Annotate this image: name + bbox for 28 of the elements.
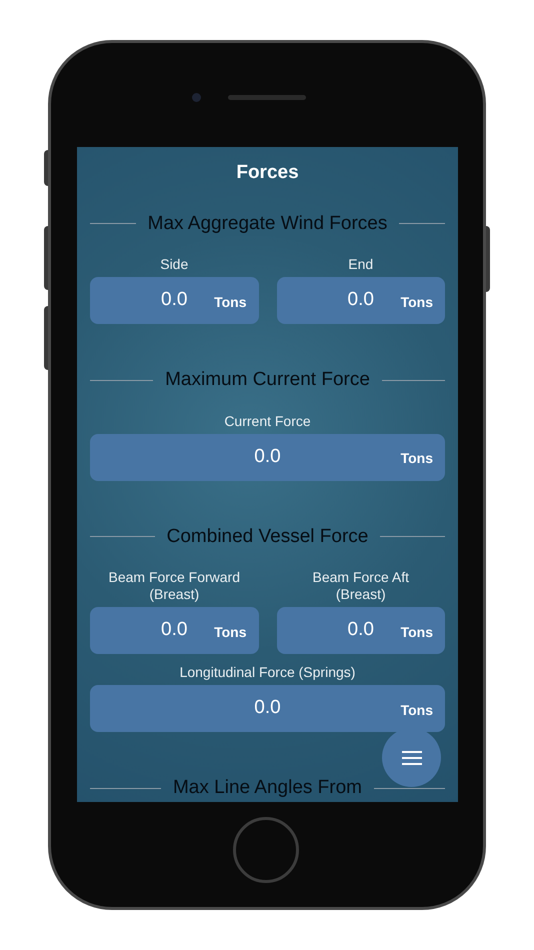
unit-label: Tons: [400, 449, 433, 468]
value-text: 0.0: [161, 288, 188, 312]
screen-title: Forces: [236, 161, 299, 185]
field-label: Current Force: [224, 412, 311, 430]
section-title: Maximum Current Force: [165, 368, 370, 392]
value-text: 0.0: [161, 618, 188, 642]
menu-icon: [402, 750, 422, 764]
side-button[interactable]: [44, 306, 48, 370]
field-label: End: [347, 256, 374, 273]
unit-label: Tons: [214, 292, 246, 312]
unit-label: Tons: [400, 292, 433, 312]
unit-label: Tons: [400, 622, 433, 642]
side-button[interactable]: [44, 150, 48, 186]
value-text: 0.0: [348, 288, 374, 312]
value-text: 0.0: [348, 618, 374, 642]
value-text: 0.0: [254, 696, 281, 720]
section-title: Max Line Angles From: [172, 776, 362, 800]
section-title: Combined Vessel Force: [166, 524, 368, 548]
side-button[interactable]: [44, 226, 48, 290]
field-label: Beam Force Forward (Breast): [108, 569, 241, 603]
section-title: Max Aggregate Wind Forces: [148, 212, 388, 236]
field-label: Longitudinal Force (Springs): [180, 664, 356, 681]
field-label: Side: [159, 256, 190, 273]
side-button[interactable]: [486, 226, 490, 292]
unit-label: Tons: [214, 622, 246, 642]
value-text: 0.0: [254, 444, 281, 469]
field-label: Beam Force Aft (Breast): [312, 569, 410, 603]
unit-label: Tons: [400, 700, 433, 720]
